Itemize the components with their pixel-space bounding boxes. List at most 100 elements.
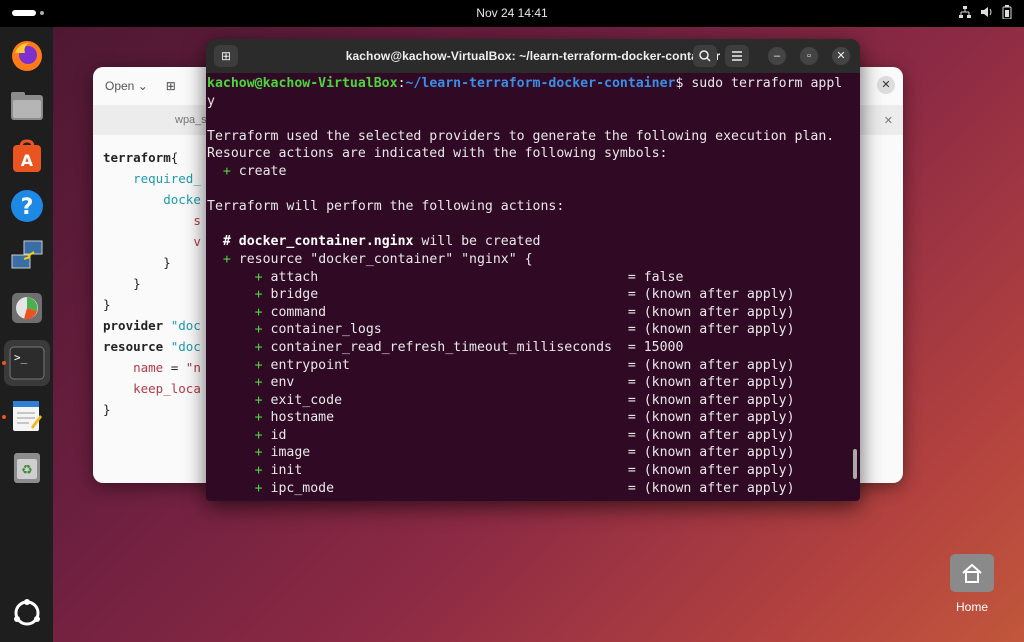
home-label: Home [955, 600, 988, 614]
home-folder-icon[interactable] [950, 554, 994, 592]
terminal-line: + resource "docker_container" "nginx" { [207, 251, 853, 269]
plus-symbol: + [254, 287, 263, 303]
battery-icon[interactable] [1002, 5, 1014, 19]
terminal-line: + entrypoint = (known after apply) [207, 357, 853, 375]
show-apps-button[interactable] [8, 594, 46, 632]
store-icon: A [13, 139, 41, 172]
attribute-key: init [270, 463, 303, 479]
attribute-key: hostname [270, 410, 335, 426]
attribute-key: entrypoint [270, 357, 350, 373]
dock-item-remote[interactable] [8, 237, 46, 275]
open-button[interactable]: Open ⌄ [105, 79, 148, 93]
attribute-value: = (known after apply) [627, 392, 795, 408]
terminal-line [207, 110, 853, 128]
terminal-line: Resource actions are indicated with the … [207, 145, 853, 163]
comment-hash: # [222, 234, 239, 250]
plus-symbol: + [222, 251, 231, 267]
terminal-output[interactable]: kachow@kachow-VirtualBox:~/learn-terrafo… [206, 73, 853, 501]
attribute-key: env [270, 375, 295, 391]
attribute-value: = (known after apply) [627, 427, 795, 443]
output-text: Terraform used the selected providers to… [207, 128, 835, 144]
dock-item-disk-usage[interactable] [8, 289, 46, 327]
editor-close-button[interactable]: ✕ [877, 76, 895, 94]
clock[interactable]: Nov 24 14:41 [0, 6, 1024, 20]
terminal-line: + attach = false [207, 269, 853, 287]
dock-item-firefox[interactable] [8, 37, 46, 75]
attribute-value: = (known after apply) [627, 410, 795, 426]
network-computer-icon [11, 240, 43, 269]
plus-symbol: + [254, 392, 263, 408]
home-icon [962, 563, 982, 583]
code-token: required_ [133, 171, 201, 186]
dock-item-app-center[interactable]: A [8, 137, 46, 175]
plus-symbol: + [254, 410, 263, 426]
prompt-user: kachow@kachow-VirtualBox [207, 76, 398, 91]
command-wrap: y [207, 93, 215, 109]
close-button[interactable]: ✕ [832, 47, 850, 65]
plus-symbol: + [254, 427, 263, 443]
resource-declaration: resource "docker_container" "nginx" { [238, 251, 533, 267]
code-token: keep_loca [133, 381, 201, 396]
editor-tab[interactable]: wpa_s [175, 114, 207, 126]
code-token: { [170, 150, 179, 165]
search-button[interactable] [693, 45, 717, 67]
code-token: "doc [170, 339, 201, 354]
terminal-line: y [207, 93, 853, 111]
code-token: provider [103, 318, 171, 333]
maximize-button[interactable]: ▫ [800, 47, 818, 65]
perform-line: Terraform will perform the following act… [207, 199, 565, 215]
disk-icon [12, 293, 42, 323]
attribute-key: id [270, 427, 287, 443]
system-tray[interactable] [958, 5, 1014, 19]
network-icon[interactable] [958, 5, 972, 19]
terminal-window[interactable]: ⊞ kachow@kachow-VirtualBox: ~/learn-terr… [206, 39, 860, 501]
dock: A ? >_ ♻ [0, 27, 53, 642]
plus-symbol: + [222, 163, 231, 179]
terminal-line: + create [207, 163, 853, 181]
code-token: } [103, 297, 111, 312]
terminal-scrollbar[interactable] [853, 449, 857, 479]
volume-icon[interactable] [980, 5, 994, 19]
attribute-key: container_read_refresh_timeout_milliseco… [270, 339, 612, 355]
help-icon: ? [11, 190, 43, 222]
dock-item-help[interactable]: ? [8, 187, 46, 225]
attribute-value: = false [627, 269, 684, 285]
attribute-key: ipc_mode [270, 480, 335, 496]
dock-item-terminal[interactable]: >_ [4, 340, 50, 386]
attribute-value: = (known after apply) [627, 304, 795, 320]
plus-symbol: + [254, 304, 263, 320]
tab-close-icon[interactable]: ✕ [884, 114, 893, 127]
svg-text:A: A [21, 151, 34, 170]
code-token: } [163, 255, 171, 270]
create-label: create [238, 163, 287, 179]
dock-item-files[interactable] [8, 87, 46, 125]
terminal-line: Terraform will perform the following act… [207, 198, 853, 216]
code-token: v [193, 234, 201, 249]
running-indicator [2, 361, 6, 365]
code-token: "doc [170, 318, 201, 333]
menu-button[interactable] [725, 45, 749, 67]
terminal-line: + hostname = (known after apply) [207, 409, 853, 427]
svg-text:>_: >_ [14, 351, 28, 364]
terminal-line: + env = (known after apply) [207, 374, 853, 392]
attribute-value: = (known after apply) [627, 375, 795, 391]
terminal-line: + container_read_refresh_timeout_millise… [207, 339, 853, 357]
attribute-key: command [270, 304, 327, 320]
plus-symbol: + [254, 463, 263, 479]
new-tab-icon[interactable]: ⊞ [166, 79, 176, 93]
attribute-value: = (known after apply) [627, 480, 795, 496]
folder-icon [11, 92, 43, 120]
minimize-button[interactable]: – [768, 47, 786, 65]
attribute-key: exit_code [270, 392, 343, 408]
dock-item-text-editor[interactable] [8, 397, 46, 435]
plus-symbol: + [254, 480, 263, 496]
search-icon [699, 50, 711, 62]
attribute-value: = (known after apply) [627, 445, 795, 461]
attribute-key: container_logs [270, 322, 382, 338]
attribute-key: attach [270, 269, 319, 285]
attribute-value: = (known after apply) [627, 357, 795, 373]
dock-item-trash[interactable]: ♻ [8, 449, 46, 487]
code-token: = [163, 360, 186, 375]
